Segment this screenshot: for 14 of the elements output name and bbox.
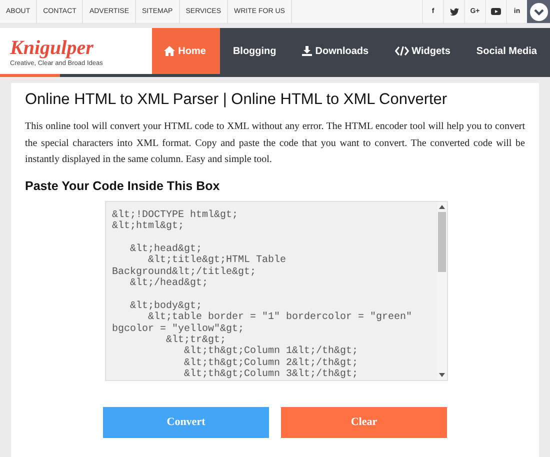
home-icon: [164, 46, 176, 56]
chevron-down-icon[interactable]: [530, 2, 548, 20]
logo[interactable]: Knigulper: [10, 36, 152, 60]
page-title: Online HTML to XML Parser | Online HTML to XML Converter: [25, 91, 448, 109]
nav-item[interactable]: Social Media: [463, 28, 550, 74]
bird-icon[interactable]: [450, 8, 458, 16]
nav-item[interactable]: Downloads: [289, 28, 382, 74]
download-icon: [302, 46, 312, 56]
section-heading: Paste Your Code Inside This Box: [25, 178, 221, 192]
description: This online tool will convert your HTML code to XML without any error. The HTML encoder tool will help you to convert the special characters into XML format. Copy and paste the code that you want to convert. The converted code will be instantly displayed in the same column. Easy and simple tool.: [25, 120, 525, 167]
nav-item[interactable]: Blogging: [220, 28, 290, 74]
code-icon: [394, 46, 409, 56]
video-icon[interactable]: [491, 8, 501, 15]
nav-item[interactable]: Widgets: [382, 28, 464, 74]
